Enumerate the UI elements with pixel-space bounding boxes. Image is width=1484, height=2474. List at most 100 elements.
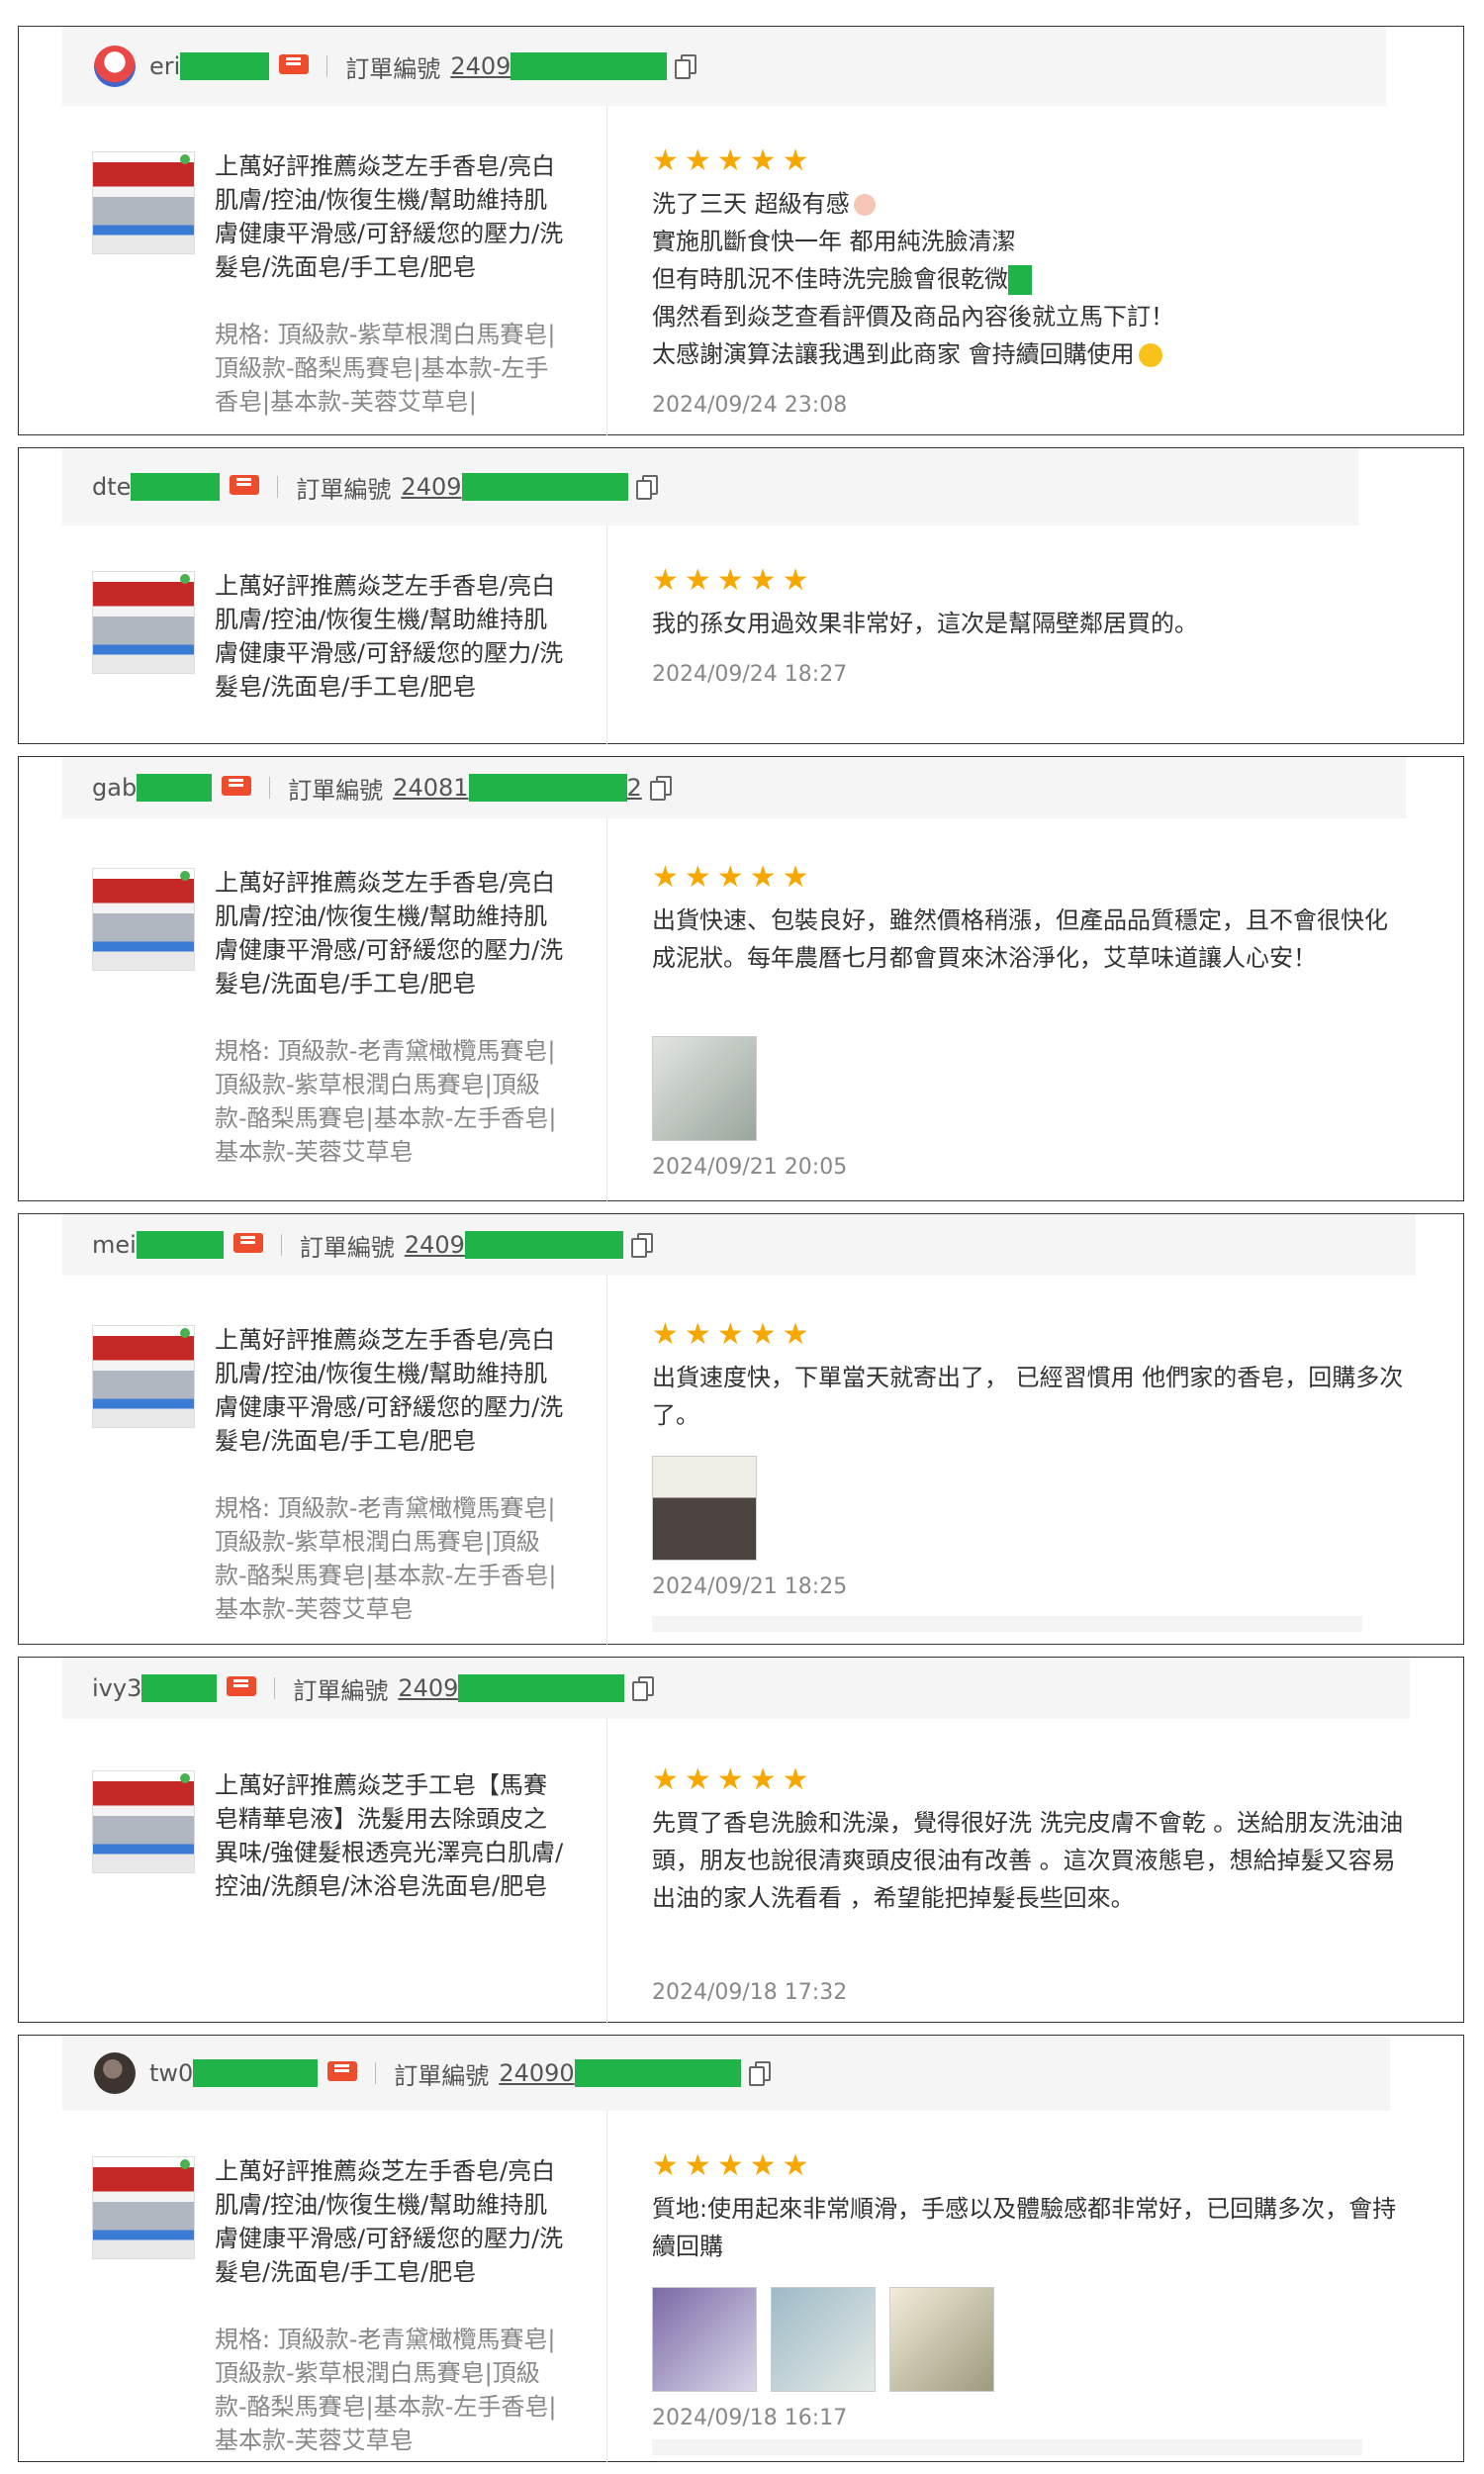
review-photo[interactable] — [771, 2287, 876, 2392]
rating-stars: ★★★★★ — [652, 143, 815, 178]
review-text: 出貨速度快，下單當天就寄出了， 已經習慣用 他們家的香皂，回購多次了。 — [652, 1364, 1404, 1429]
username[interactable]: dte — [92, 473, 131, 501]
copy-icon[interactable] — [748, 2061, 771, 2086]
redacted-block — [193, 2059, 319, 2087]
rating-stars: ★★★★★ — [652, 2148, 815, 2183]
review-header: dte 訂單編號 2409 — [62, 448, 1358, 525]
review-card: gab 訂單編號 24081 2 上萬好評推薦焱芝左手香皂/亮白肌膚/控油/恢復… — [18, 756, 1464, 1202]
product-spec: 規格: 頂級款-紫草根潤白馬賽皂|頂級款-酪梨馬賽皂|基本款-左手香皂|基本款-… — [215, 321, 556, 416]
review-text: 洗了三天 超級有感 實施肌斷食快一年 都用純洗臉清潔 但有時肌況不佳時洗完臉會很… — [652, 185, 1404, 373]
rating-stars: ★★★★★ — [652, 563, 815, 598]
review-card: dte 訂單編號 2409 上萬好評推薦焱芝左手香皂/亮白肌膚/控油/恢復生機/… — [18, 447, 1464, 745]
username[interactable]: ivy3 — [92, 1674, 141, 1702]
divider — [280, 1234, 282, 1256]
review-header: ivy3 訂單編號 2409 — [62, 1658, 1410, 1719]
review-photo[interactable] — [652, 2287, 757, 2392]
copy-icon[interactable] — [635, 475, 658, 500]
username[interactable]: mei — [92, 1231, 137, 1259]
product-spec: 規格: 頂級款-老青黛橄欖馬賽皂|頂級款-紫草根潤白馬賽皂|頂級款-酪梨馬賽皂|… — [215, 1494, 557, 1623]
product-thumbnail[interactable] — [92, 868, 195, 971]
product-title[interactable]: 上萬好評推薦焱芝左手香皂/亮白肌膚/控油/恢復生機/幫助維持肌膚健康平滑感/可舒… — [215, 569, 566, 704]
redacted-block — [180, 52, 270, 80]
avatar[interactable] — [94, 2052, 136, 2094]
username[interactable]: gab — [92, 774, 137, 802]
seller-reply-box — [652, 1616, 1362, 1632]
redacted-block — [458, 1674, 625, 1702]
order-number[interactable]: 24081 — [393, 774, 468, 802]
product-thumbnail[interactable] — [92, 1770, 195, 1873]
divider — [326, 55, 328, 77]
rating-stars: ★★★★★ — [652, 1762, 815, 1797]
order-number[interactable]: 2409 — [450, 52, 510, 80]
username[interactable]: tw0 — [149, 2059, 193, 2087]
review-card: mei 訂單編號 2409 上萬好評推薦焱芝左手香皂/亮白肌膚/控油/恢復生機/… — [18, 1213, 1464, 1646]
review-text: 質地:使用起來非常順滑，手感以及體驗感都非常好，已回購多次，會持續回購 — [652, 2195, 1397, 2260]
column-divider — [606, 525, 607, 745]
copy-icon[interactable] — [630, 1233, 653, 1258]
review-text: 先買了香皂洗臉和洗澡，覺得很好洗 洗完皮膚不會乾 。送給朋友洗油油頭，朋友也說很… — [652, 1809, 1404, 1912]
product-thumbnail[interactable] — [92, 151, 195, 254]
copy-icon[interactable] — [632, 1676, 655, 1701]
review-photo[interactable] — [889, 2287, 994, 2392]
review-card: ivy3 訂單編號 2409 上萬好評推薦焱芝手工皂【馬賽皂精華皂液】洗髮用去除… — [18, 1657, 1464, 2024]
order-number-label: 訂單編號 — [394, 2061, 490, 2090]
order-number[interactable]: 2409 — [401, 473, 461, 501]
product-title[interactable]: 上萬好評推薦焱芝左手香皂/亮白肌膚/控油/恢復生機/幫助維持肌膚健康平滑感/可舒… — [215, 2154, 566, 2289]
chat-icon[interactable] — [279, 54, 310, 78]
order-number[interactable]: 2409 — [398, 1674, 458, 1702]
review-card: eri 訂單編號 2409 上萬好評推薦焱芝左手香皂/亮白肌膚/控油/恢復生機/… — [18, 26, 1464, 436]
column-divider — [606, 106, 607, 436]
review-photo[interactable] — [652, 1456, 757, 1561]
copy-icon[interactable] — [675, 54, 697, 79]
review-header: gab 訂單編號 24081 2 — [62, 757, 1406, 818]
thumbs-up-icon — [853, 194, 876, 216]
order-number-label: 訂單編號 — [288, 776, 384, 805]
review-line: 但有時肌況不佳時洗完臉會很乾微 — [652, 265, 1008, 293]
review-line: 太感謝演算法讓我遇到此商家 會持續回購使用 — [652, 340, 1135, 368]
review-header: mei 訂單編號 2409 — [62, 1214, 1416, 1276]
review-header: eri 訂單編號 2409 — [62, 27, 1386, 106]
column-divider — [606, 818, 607, 1202]
product-spec: 規格: 頂級款-老青黛橄欖馬賽皂|頂級款-紫草根潤白馬賽皂|頂級款-酪梨馬賽皂|… — [215, 2326, 557, 2454]
chat-icon[interactable] — [327, 2061, 358, 2085]
chat-icon[interactable] — [222, 776, 252, 800]
username[interactable]: eri — [149, 52, 180, 80]
product-title[interactable]: 上萬好評推薦焱芝左手香皂/亮白肌膚/控油/恢復生機/幫助維持肌膚健康平滑感/可舒… — [215, 866, 566, 1000]
avatar[interactable] — [94, 46, 136, 87]
divider — [277, 476, 279, 498]
chat-icon[interactable] — [227, 1676, 257, 1700]
redacted-block — [468, 774, 627, 802]
product-thumbnail[interactable] — [92, 571, 195, 674]
redacted-block — [461, 473, 628, 501]
order-number-suffix[interactable]: 2 — [627, 774, 642, 802]
review-date: 2024/09/21 18:25 — [652, 1574, 848, 1599]
product-spec: 規格: 頂級款-老青黛橄欖馬賽皂|頂級款-紫草根潤白馬賽皂|頂級款-酪梨馬賽皂|… — [215, 1037, 557, 1166]
order-number[interactable]: 24090 — [499, 2059, 574, 2087]
smile-icon — [1138, 343, 1162, 367]
order-number[interactable]: 2409 — [405, 1231, 465, 1259]
product-thumbnail[interactable] — [92, 2156, 195, 2259]
review-date: 2024/09/21 20:05 — [652, 1155, 848, 1180]
redacted-block — [137, 774, 213, 802]
redacted-block — [464, 1231, 623, 1259]
product-title[interactable]: 上萬好評推薦焱芝手工皂【馬賽皂精華皂液】洗髮用去除頭皮之異味/強健髮根透亮光澤亮… — [215, 1768, 566, 1903]
order-number-label: 訂單編號 — [299, 1233, 395, 1262]
redacted-block — [574, 2059, 741, 2087]
review-date: 2024/09/24 18:27 — [652, 662, 848, 687]
copy-icon[interactable] — [649, 776, 672, 801]
review-photo[interactable] — [652, 1036, 757, 1141]
rating-stars: ★★★★★ — [652, 860, 815, 895]
product-thumbnail[interactable] — [92, 1325, 195, 1428]
order-number-label: 訂單編號 — [296, 475, 392, 504]
redacted-block — [131, 473, 221, 501]
review-line: 洗了三天 超級有感 — [652, 190, 850, 218]
column-divider — [606, 1276, 607, 1646]
review-line: 偶然看到焱芝查看評價及商品內容後就立馬下訂！ — [652, 303, 1174, 331]
review-date: 2024/09/24 23:08 — [652, 393, 848, 418]
product-title[interactable]: 上萬好評推薦焱芝左手香皂/亮白肌膚/控油/恢復生機/幫助維持肌膚健康平滑感/可舒… — [215, 1323, 566, 1458]
order-number-label: 訂單編號 — [293, 1676, 389, 1705]
chat-icon[interactable] — [230, 475, 260, 499]
redacted-block — [510, 52, 668, 80]
chat-icon[interactable] — [232, 1233, 263, 1257]
product-title[interactable]: 上萬好評推薦焱芝左手香皂/亮白肌膚/控油/恢復生機/幫助維持肌膚健康平滑感/可舒… — [215, 149, 566, 284]
